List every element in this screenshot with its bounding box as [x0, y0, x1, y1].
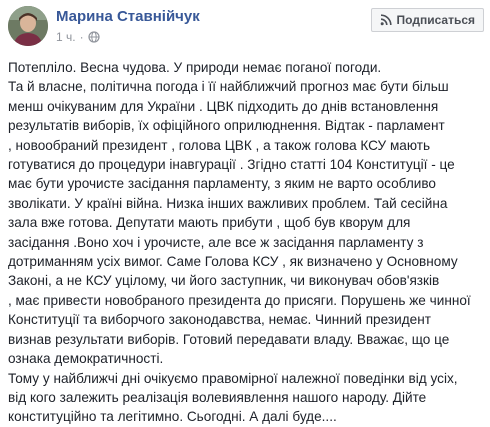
post-text: Потепліло. Весна чудова. У природи немає…	[8, 58, 486, 427]
post-paragraph: Та й власне, політична погода і її найбл…	[8, 79, 471, 367]
subscribe-label: Подписаться	[396, 13, 475, 27]
subscribe-button[interactable]: Подписаться	[370, 8, 484, 32]
post-time[interactable]: 1 ч.	[56, 30, 76, 44]
post-paragraph: Потепліло. Весна чудова. У природи немає…	[8, 60, 382, 75]
post-paragraph: Тому у найближчі дні очікуємо правомірно…	[8, 370, 458, 425]
globe-icon[interactable]	[87, 31, 100, 43]
post-meta: 1 ч. ·	[56, 30, 100, 44]
rss-icon	[380, 14, 392, 26]
avatar-photo	[8, 6, 48, 46]
facebook-post: Марина Ставнійчук 1 ч. · Подписаться Пот…	[0, 0, 490, 425]
author-name[interactable]: Марина Ставнійчук	[56, 8, 200, 25]
avatar[interactable]	[8, 6, 48, 46]
meta-separator: ·	[79, 30, 84, 44]
